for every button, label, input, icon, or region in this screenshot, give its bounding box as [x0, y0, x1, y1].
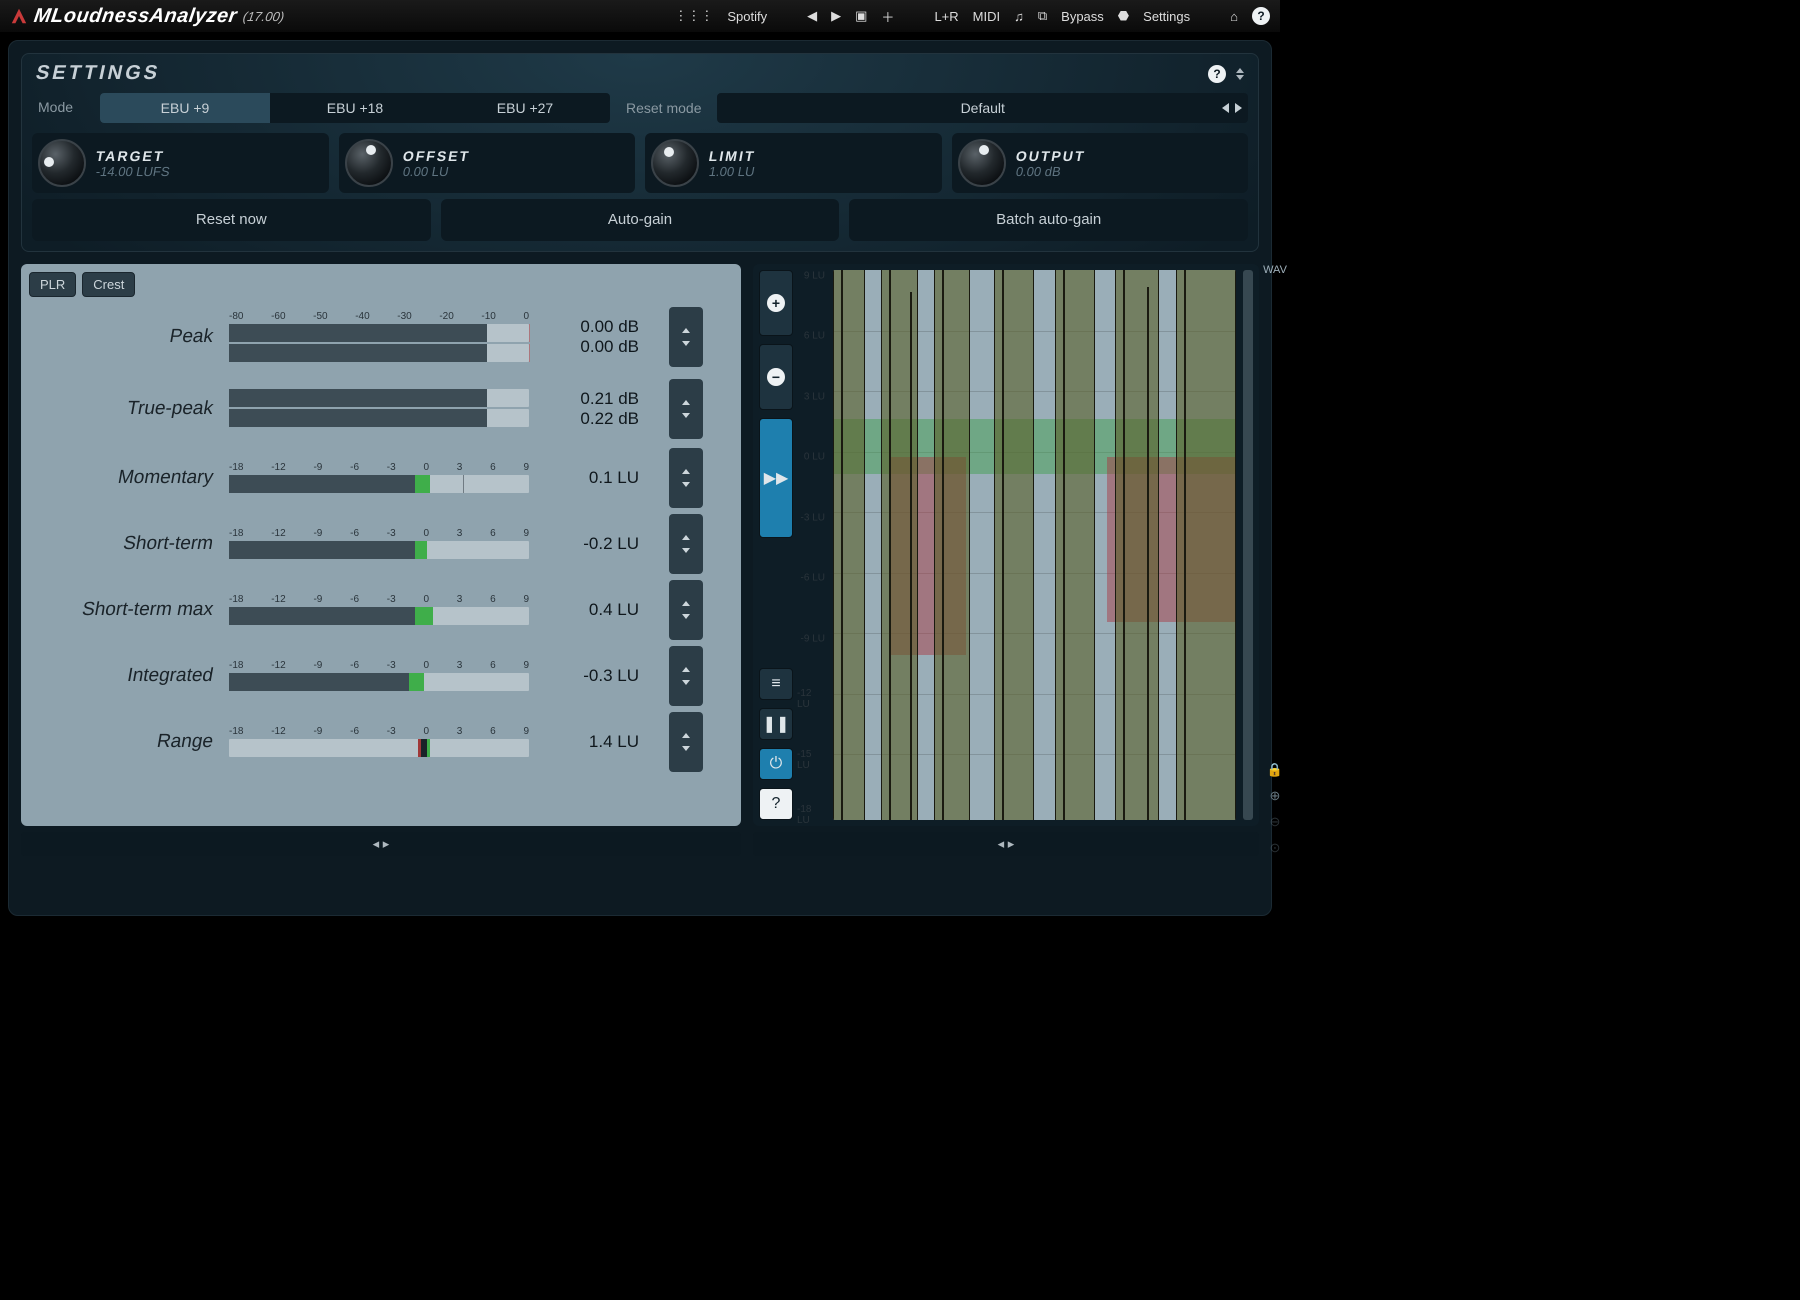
peak-bar-l[interactable]	[229, 324, 529, 342]
zoom-out-button[interactable]: −	[759, 344, 793, 410]
mode-label: Mode	[32, 93, 90, 123]
power-button[interactable]: ⏻	[759, 748, 793, 780]
momentary-bar[interactable]	[229, 475, 529, 493]
knob-target-dial[interactable]	[38, 139, 86, 187]
reset-next-icon[interactable]	[1235, 103, 1242, 113]
reset-mode-label: Reset mode	[620, 93, 707, 123]
plr-toggle[interactable]: PLR	[29, 272, 76, 297]
dice-icon[interactable]: ▣	[855, 8, 867, 24]
mode-tabs: EBU +9 EBU +18 EBU +27	[100, 93, 610, 123]
peak-stepper[interactable]	[669, 307, 703, 367]
help-icon[interactable]: ?	[1252, 7, 1270, 25]
range-bar[interactable]	[229, 739, 529, 757]
app-logo-icon	[10, 7, 28, 25]
knob-target[interactable]: TARGET-14.00 LUFS	[32, 133, 329, 193]
app-header: MLoudnessAnalyzer (17.00) ⋮⋮⋮ Spotify ◀ …	[0, 0, 1280, 32]
app-version: (17.00)	[242, 9, 285, 24]
truepeak-bar-l[interactable]	[229, 389, 529, 407]
zoom-reset-icon[interactable]: ⊙	[1270, 840, 1281, 856]
meter-row-shorttermmax: Short-term max -18-12-9-6-30369 0.4 LU	[29, 577, 733, 643]
meter-row-shortterm: Short-term -18-12-9-6-30369 -0.2 LU	[29, 511, 733, 577]
batch-auto-gain-button[interactable]: Batch auto-gain	[849, 199, 1248, 241]
knob-output[interactable]: OUTPUT0.00 dB	[952, 133, 1249, 193]
mode-tab-ebu18[interactable]: EBU +18	[270, 93, 440, 123]
db-scale: -80-60-50-40-30-20-100	[229, 311, 529, 322]
integrated-stepper[interactable]	[669, 646, 703, 706]
menu-button[interactable]: ≡	[759, 668, 793, 700]
alert-icon[interactable]: ⬣	[1118, 8, 1129, 24]
shorttermmax-stepper[interactable]	[669, 580, 703, 640]
reset-now-button[interactable]: Reset now	[32, 199, 431, 241]
peak-bar-r[interactable]	[229, 344, 529, 362]
reset-prev-icon[interactable]	[1222, 103, 1229, 113]
meters-panel: PLR Crest Peak -80-60-50-40-30-20-100 0.…	[21, 264, 741, 826]
zoom-plus-icon[interactable]: ⊕	[1270, 788, 1281, 804]
momentary-stepper[interactable]	[669, 448, 703, 508]
midi-label[interactable]: MIDI	[973, 9, 1000, 24]
pause-button[interactable]: ❚❚	[759, 708, 793, 740]
bypass-label[interactable]: Bypass	[1061, 9, 1104, 24]
graph-resize-handle[interactable]: ◂ ▸	[753, 832, 1259, 856]
next-icon[interactable]: ▶	[831, 8, 841, 24]
side-toolbar: WAV 🔒 ⊕ ⊖ ⊙	[1263, 264, 1287, 856]
graph-panel: + − ▶▶ ≡ ❚❚ ⏻ ? 9 LU 6 LU 3 LU 0 LU -3 L…	[753, 264, 1259, 826]
app-title: MLoudnessAnalyzer	[32, 5, 238, 28]
meter-row-range: Range -18-12-9-6-30369 1.4 LU	[29, 709, 733, 775]
meter-row-momentary: Momentary -18-12-9-6-30369 0.1 LU	[29, 445, 733, 511]
shortterm-stepper[interactable]	[669, 514, 703, 574]
meters-resize-handle[interactable]: ◂ ▸	[21, 832, 741, 856]
sync-icon[interactable]: ♫	[1014, 9, 1024, 24]
truepeak-stepper[interactable]	[669, 379, 703, 439]
meter-row-integrated: Integrated -18-12-9-6-30369 -0.3 LU	[29, 643, 733, 709]
meter-row-truepeak: True-peak 0.21 dB0.22 dB	[29, 373, 733, 445]
range-stepper[interactable]	[669, 712, 703, 772]
lock-icon[interactable]: 🔒	[1267, 762, 1283, 778]
mode-tab-ebu27[interactable]: EBU +27	[440, 93, 610, 123]
shorttermmax-bar[interactable]	[229, 607, 529, 625]
truepeak-bar-r[interactable]	[229, 409, 529, 427]
fast-forward-button[interactable]: ▶▶	[759, 418, 793, 538]
reset-mode-value: Default	[961, 100, 1005, 116]
settings-collapse-icon[interactable]	[1236, 68, 1244, 80]
shortterm-bar[interactable]	[229, 541, 529, 559]
zoom-in-button[interactable]: +	[759, 270, 793, 336]
knob-output-dial[interactable]	[958, 139, 1006, 187]
graph-scrollbar[interactable]	[1243, 270, 1253, 820]
graph-help-button[interactable]: ?	[759, 788, 793, 820]
add-icon[interactable]: ＋	[881, 7, 894, 26]
copy-icon[interactable]: ⧉	[1038, 8, 1047, 24]
grid-icon[interactable]: ⋮⋮⋮	[674, 8, 713, 24]
meter-row-peak: Peak -80-60-50-40-30-20-100 0.00 dB0.00 …	[29, 301, 733, 373]
channel-label[interactable]: L+R	[934, 9, 958, 24]
auto-gain-button[interactable]: Auto-gain	[441, 199, 840, 241]
knob-offset[interactable]: OFFSET0.00 LU	[339, 133, 636, 193]
reset-mode-select[interactable]: Default	[717, 93, 1248, 123]
home-icon[interactable]: ⌂	[1230, 9, 1238, 24]
settings-help-icon[interactable]: ?	[1208, 65, 1226, 83]
prev-icon[interactable]: ◀	[807, 8, 817, 24]
settings-panel: SETTINGS ? Mode EBU +9 EBU +18 EBU +27 R…	[21, 53, 1259, 252]
knob-limit[interactable]: LIMIT1.00 LU	[645, 133, 942, 193]
loudness-graph[interactable]	[833, 270, 1236, 820]
host-label[interactable]: Spotify	[727, 9, 767, 24]
knob-limit-dial[interactable]	[651, 139, 699, 187]
zoom-minus-icon[interactable]: ⊖	[1270, 814, 1281, 830]
integrated-bar[interactable]	[229, 673, 529, 691]
main-frame: SETTINGS ? Mode EBU +9 EBU +18 EBU +27 R…	[8, 40, 1272, 916]
mode-tab-ebu9[interactable]: EBU +9	[100, 93, 270, 123]
settings-label[interactable]: Settings	[1143, 9, 1190, 24]
wav-label[interactable]: WAV	[1263, 264, 1287, 276]
settings-title: SETTINGS	[34, 62, 163, 85]
knob-offset-dial[interactable]	[345, 139, 393, 187]
graph-yaxis: 9 LU 6 LU 3 LU 0 LU -3 LU -6 LU -9 LU -1…	[797, 270, 829, 820]
crest-toggle[interactable]: Crest	[82, 272, 135, 297]
